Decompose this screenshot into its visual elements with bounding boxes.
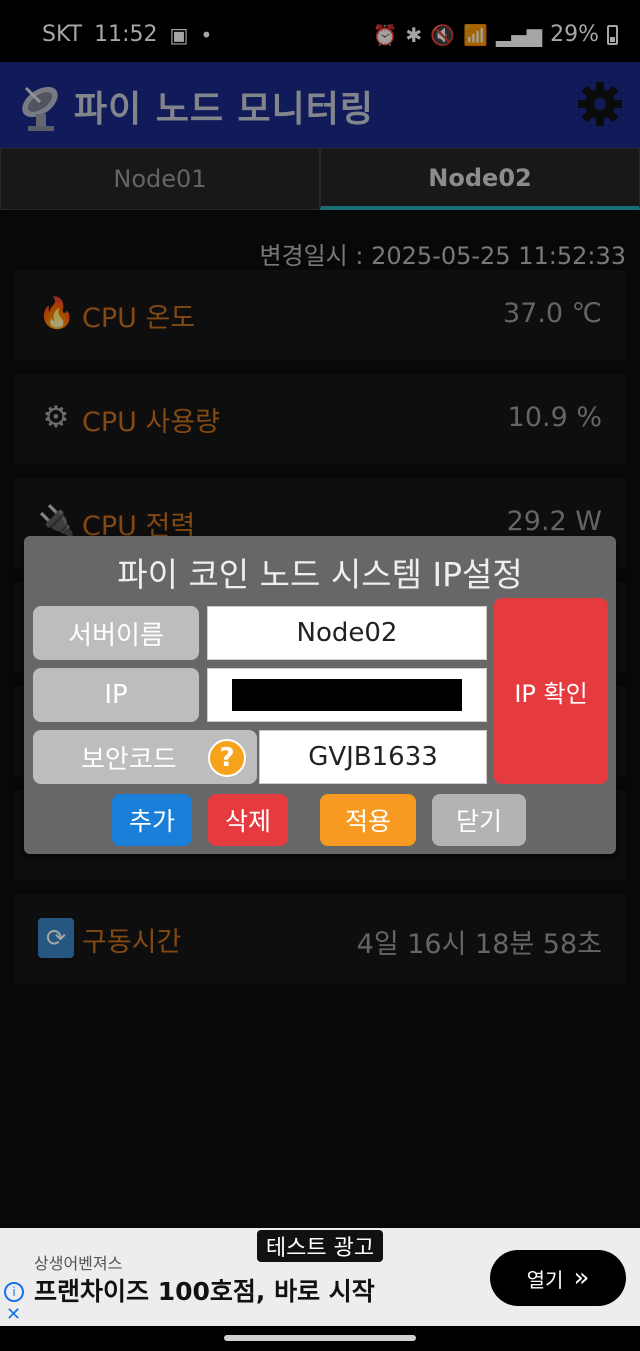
help-icon[interactable]: ? <box>208 739 246 777</box>
security-code-input[interactable]: GVJB1633 <box>259 730 487 784</box>
server-name-input[interactable]: Node02 <box>207 606 487 660</box>
double-chevron-icon: » <box>573 1263 590 1293</box>
ad-close-icon[interactable]: ✕ <box>6 1304 21 1325</box>
screen: SKT 11:52 ▣ • ⏰ ✱ 🔇 📶 ▂▄▆ 29% 파이 노드 모니터링 <box>0 0 640 1351</box>
ip-input[interactable] <box>207 668 487 722</box>
server-name-label: 서버이름 <box>33 606 199 660</box>
test-ad-badge: 테스트 광고 <box>257 1230 383 1262</box>
navigation-bar <box>0 1326 640 1351</box>
close-button[interactable]: 닫기 <box>432 794 526 846</box>
ad-info-icon[interactable]: i <box>4 1282 24 1302</box>
ad-open-button[interactable]: 열기 » <box>490 1250 626 1306</box>
ip-label: IP <box>33 668 199 722</box>
ad-banner[interactable]: 테스트 광고 상생어벤져스 프랜차이즈 100호점, 바로 시작 i ✕ 열기 … <box>0 1228 640 1326</box>
dialog-title: 파이 코인 노드 시스템 IP설정 <box>117 555 523 594</box>
ad-headline[interactable]: 프랜차이즈 100호점, 바로 시작 <box>34 1272 375 1308</box>
add-button[interactable]: 추가 <box>112 794 192 846</box>
ad-open-label: 열기 <box>526 1267 564 1292</box>
ip-settings-dialog: 파이 코인 노드 시스템 IP설정 서버이름 Node02 IP 보안코드 ? … <box>24 536 616 854</box>
home-indicator[interactable] <box>224 1335 416 1341</box>
delete-button[interactable]: 삭제 <box>208 794 288 846</box>
redacted-ip <box>232 679 462 711</box>
ip-check-button[interactable]: IP 확인 <box>494 598 608 784</box>
ad-advertiser: 상생어벤져스 <box>34 1254 123 1273</box>
apply-button[interactable]: 적용 <box>320 794 416 846</box>
